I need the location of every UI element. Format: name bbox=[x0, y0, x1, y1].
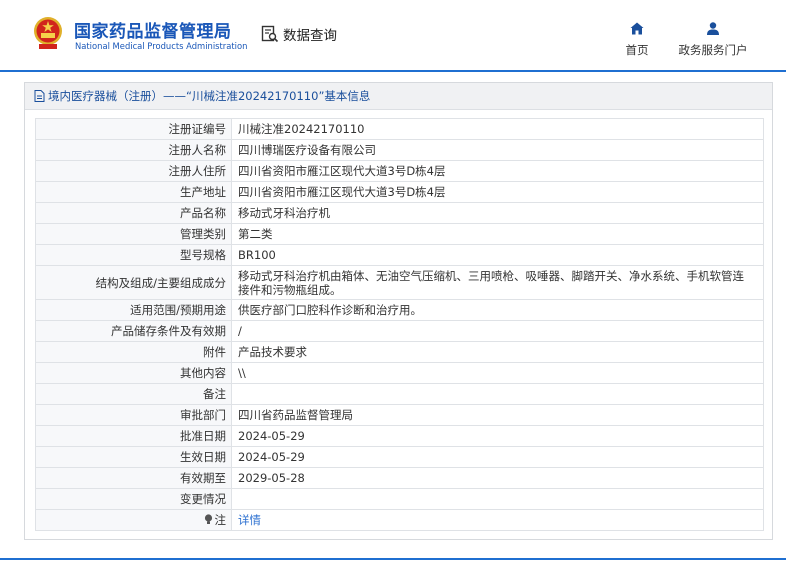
field-label: 结构及组成/主要组成成分 bbox=[35, 265, 232, 300]
details-table: 注册证编号 川械注准20242170110 注册人名称 四川博瑞医疗设备有限公司 注册人… bbox=[35, 118, 764, 531]
field-label: 管理类别 bbox=[35, 223, 232, 245]
table-row: 注册人名称 四川博瑞医疗设备有限公司 bbox=[35, 139, 764, 161]
footer-divider bbox=[0, 558, 786, 560]
national-emblem-icon bbox=[34, 17, 62, 49]
data-query-link[interactable]: 数据查询 bbox=[261, 24, 337, 44]
field-value: 移动式牙科治疗机 bbox=[231, 202, 764, 224]
field-value: 第二类 bbox=[231, 223, 764, 245]
field-value: 产品技术要求 bbox=[231, 341, 764, 363]
header-divider bbox=[0, 70, 786, 72]
field-label: 变更情况 bbox=[35, 488, 232, 510]
field-value bbox=[231, 383, 764, 405]
field-label: 生效日期 bbox=[35, 446, 232, 468]
field-label: 其他内容 bbox=[35, 362, 232, 384]
table-row: 变更情况 bbox=[35, 488, 764, 510]
table-row: 批准日期 2024-05-29 bbox=[35, 425, 764, 447]
table-row: 产品名称 移动式牙科治疗机 bbox=[35, 202, 764, 224]
table-row: 有效期至 2029-05-28 bbox=[35, 467, 764, 489]
info-panel: 境内医疗器械（注册）——“川械注准20242170110”基本信息 注册证编号川… bbox=[24, 82, 773, 540]
note-row: 注详情 bbox=[35, 509, 764, 531]
field-value bbox=[231, 488, 764, 510]
site-header: 国家药品监督管理局 National Medical Products Admi… bbox=[0, 0, 786, 70]
table-row: 注册证编号 川械注准20242170110 bbox=[35, 118, 764, 140]
field-value: 四川博瑞医疗设备有限公司 bbox=[231, 139, 764, 161]
field-label: 有效期至 bbox=[35, 467, 232, 489]
table-row: 注册人住所 四川省资阳市雁江区现代大道3号D栋4层 bbox=[35, 160, 764, 182]
data-query-label: 数据查询 bbox=[283, 28, 337, 44]
field-value: 移动式牙科治疗机由箱体、无油空气压缩机、三用喷枪、吸唾器、脚踏开关、净水系统、手… bbox=[231, 265, 764, 300]
nav-home[interactable]: 首页 bbox=[622, 20, 652, 58]
table-row: 结构及组成/主要组成成分 移动式牙科治疗机由箱体、无油空气压缩机、三用喷枪、吸唾器… bbox=[35, 265, 764, 300]
note-label: 注 bbox=[35, 509, 232, 531]
document-icon bbox=[34, 90, 45, 102]
field-label: 产品名称 bbox=[35, 202, 232, 224]
details-link[interactable]: 详情 bbox=[238, 513, 261, 527]
field-label: 注册人住所 bbox=[35, 160, 232, 182]
field-value: 四川省资阳市雁江区现代大道3号D栋4层 bbox=[231, 181, 764, 203]
panel-header: 境内医疗器械（注册）——“川械注准20242170110”基本信息 bbox=[25, 83, 772, 110]
field-value: 四川省资阳市雁江区现代大道3号D栋4层 bbox=[231, 160, 764, 182]
nav-gov-label: 政务服务门户 bbox=[678, 43, 748, 57]
table-row: 审批部门 四川省药品监督管理局 bbox=[35, 404, 764, 426]
panel-title: 境内医疗器械（注册）——“川械注准20242170110”基本信息 bbox=[48, 89, 371, 103]
site-subtitle: National Medical Products Administration bbox=[75, 41, 248, 51]
field-label: 批准日期 bbox=[35, 425, 232, 447]
table-row: 型号规格 BR100 bbox=[35, 244, 764, 266]
field-label: 适用范围/预期用途 bbox=[35, 299, 232, 321]
field-label: 注册证编号 bbox=[35, 118, 232, 140]
field-value: 2029-05-28 bbox=[231, 467, 764, 489]
field-value: 2024-05-29 bbox=[231, 446, 764, 468]
field-label: 注册人名称 bbox=[35, 139, 232, 161]
nav-home-label: 首页 bbox=[625, 43, 649, 57]
field-label: 附件 bbox=[35, 341, 232, 363]
table-row: 管理类别 第二类 bbox=[35, 223, 764, 245]
field-value: 川械注准20242170110 bbox=[231, 118, 764, 140]
field-value: BR100 bbox=[231, 244, 764, 266]
note-value: 详情 bbox=[231, 509, 764, 531]
table-row: 备注 bbox=[35, 383, 764, 405]
lightbulb-icon bbox=[204, 514, 212, 524]
table-row: 产品储存条件及有效期 / bbox=[35, 320, 764, 342]
nav-gov-service-portal[interactable]: 政务服务门户 bbox=[674, 20, 752, 58]
user-icon bbox=[707, 22, 719, 35]
table-row: 生产地址 四川省资阳市雁江区现代大道3号D栋4层 bbox=[35, 181, 764, 203]
field-label: 备注 bbox=[35, 383, 232, 405]
home-icon bbox=[630, 22, 644, 35]
field-value: 2024-05-29 bbox=[231, 425, 764, 447]
note-label-text: 注 bbox=[214, 513, 227, 527]
search-document-icon bbox=[261, 25, 279, 43]
table-row: 适用范围/预期用途 供医疗部门口腔科作诊断和治疗用。 bbox=[35, 299, 764, 321]
field-value: 四川省药品监督管理局 bbox=[231, 404, 764, 426]
field-value: 供医疗部门口腔科作诊断和治疗用。 bbox=[231, 299, 764, 321]
field-value: / bbox=[231, 320, 764, 342]
site-title: 国家药品监督管理局 bbox=[74, 22, 232, 42]
field-value: \\ bbox=[231, 362, 764, 384]
field-label: 生产地址 bbox=[35, 181, 232, 203]
field-label: 产品储存条件及有效期 bbox=[35, 320, 232, 342]
table-row: 其他内容 \\ bbox=[35, 362, 764, 384]
field-label: 型号规格 bbox=[35, 244, 232, 266]
table-row: 生效日期 2024-05-29 bbox=[35, 446, 764, 468]
field-label: 审批部门 bbox=[35, 404, 232, 426]
table-row: 附件 产品技术要求 bbox=[35, 341, 764, 363]
